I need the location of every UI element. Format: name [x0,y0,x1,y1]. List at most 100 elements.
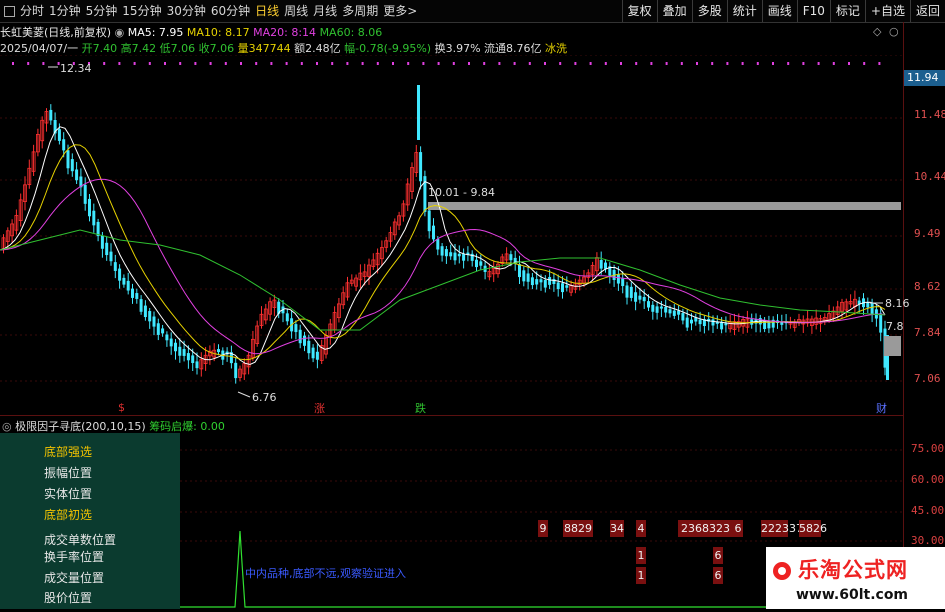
signal-dot [316,62,318,65]
signal-dot [635,62,638,65]
candle-body-down [616,274,620,284]
quote-change: 幅-0.78(-9.95%) [344,42,432,55]
quote-date: 2025/04/07/一 [0,42,79,55]
price-tick-1: 11.48 [914,108,945,121]
candle-body-down [75,169,79,181]
candle-body-down [449,252,453,257]
candle-body-down [870,302,874,315]
candle-body-down [642,296,646,302]
signal-box-row3-0: 1 [636,567,646,584]
toolbar-button-3[interactable]: 统计 [726,0,762,22]
signal-dot [285,62,288,65]
event-mark-rise[interactable]: 涨 [314,400,325,416]
logo-badge-inner [778,567,786,575]
toolbar-button-4[interactable]: 画线 [761,0,797,22]
signal-dot [544,62,546,65]
last-label-1: 8.16 [885,297,910,310]
quote-high: 高7.42 [120,42,157,55]
watermark-logo: 乐淘公式网 www.60lt.com [766,547,945,609]
candle-body-down [311,347,315,359]
spike-candle [417,85,420,140]
signal-dot [392,62,394,65]
gear-icon[interactable]: ◉ [115,26,125,39]
signal-dot [42,62,45,65]
signal-dot [513,62,516,65]
diamond-icon[interactable]: ◇ [873,25,881,38]
candle-body-down [105,242,109,256]
quote-turnover: 换3.97% [434,42,481,55]
period-tab-8[interactable]: 月线 [313,0,337,22]
menu-item-4[interactable]: 成交单数位置 [44,531,116,548]
indicator-tick-3: 30.00 [911,534,945,547]
signal-dot [361,62,364,65]
collapse-icon[interactable]: ◎ [2,420,12,433]
signal-dot [589,62,592,65]
period-tab-1[interactable]: 1分钟 [49,0,81,22]
toolbar-button-6[interactable]: 标记 [829,0,865,22]
menu-item-1[interactable]: 振幅位置 [44,464,92,481]
toolbar-button-0[interactable]: 复权 [621,0,657,22]
candle-body-down [191,355,195,364]
candle-body-down [509,254,513,261]
period-tab-2[interactable]: 5分钟 [86,0,118,22]
menu-item-7[interactable]: 股价位置 [44,589,92,606]
circle-icon[interactable]: ○ [889,25,899,38]
candle-body-down [475,259,478,268]
menu-item-6[interactable]: 成交量位置 [44,569,104,586]
quote-tag: 冰洗 [545,42,568,55]
indicator-value: 筹码启爆: 0.00 [149,420,225,433]
period-tab-0[interactable]: 分时 [20,0,44,22]
signal-box-row1-2: 34 [610,520,624,537]
candle-body-down [522,270,526,282]
signal-dot [574,62,577,65]
candle-body-down [427,210,431,232]
period-tabs: 分时 1分钟 5分钟 15分钟 30分钟 60分钟 日线 周线 月线 多周期 更多> [0,0,417,22]
toolbar-button-7[interactable]: +自选 [864,0,910,22]
toolbar-button-5[interactable]: F10 [796,0,830,22]
low-price-label: 6.76 [252,391,277,404]
signal-box-row1-5: 6 [733,520,743,537]
signal-dot [194,62,197,65]
price-tick-5: 7.84 [914,326,941,339]
high-price-label: 12.34 [60,62,92,75]
period-tab-4[interactable]: 30分钟 [167,0,206,22]
candle-body-down [604,262,607,269]
price-tick-3: 9.49 [914,227,941,240]
quote-open: 开7.40 [81,42,118,55]
logo-url: www.60lt.com [796,587,909,603]
candle-body-down [556,282,560,290]
menu-item-0[interactable]: 底部强选 [44,443,92,460]
event-mark-dollar[interactable]: $ [118,401,125,414]
candle-body-down [629,286,633,298]
signal-box-row1-6: 2223377 [761,520,810,537]
toolbar-button-2[interactable]: 多股 [691,0,727,22]
candle-body-down [62,139,66,151]
signal-dot [133,62,136,65]
period-tab-9[interactable]: 多周期 [342,0,378,22]
candlestick-chart[interactable] [0,55,903,415]
event-mark-fall[interactable]: 跌 [415,400,426,416]
signal-dot [376,62,379,65]
signal-dot [665,62,668,65]
period-tab-5[interactable]: 60分钟 [211,0,250,22]
toolbar-button-1[interactable]: 叠加 [656,0,692,22]
candle-body-down [315,351,319,360]
candle-body-down [690,319,693,324]
candle-body-down [83,184,87,204]
candle-body-down [462,253,466,261]
event-mark-finance[interactable]: 财 [876,400,887,416]
signal-dot [559,62,562,65]
signal-dot [817,62,820,65]
period-tab-7[interactable]: 周线 [284,0,308,22]
menu-item-3[interactable]: 底部初选 [44,506,92,523]
menu-item-5[interactable]: 换手率位置 [44,548,104,565]
period-tab-6[interactable]: 日线 [255,0,279,22]
candle-body-down [234,362,238,379]
menu-item-2[interactable]: 实体位置 [44,485,92,502]
toolbar-button-8[interactable]: 返回 [909,0,945,22]
period-tab-10[interactable]: 更多> [383,0,417,22]
indicator-tick-1: 60.00 [911,473,945,486]
indicator-name[interactable]: 极限因子寻底(200,10,15) [15,420,146,433]
period-tab-3[interactable]: 15分钟 [122,0,161,22]
candle-body-down [432,225,435,240]
